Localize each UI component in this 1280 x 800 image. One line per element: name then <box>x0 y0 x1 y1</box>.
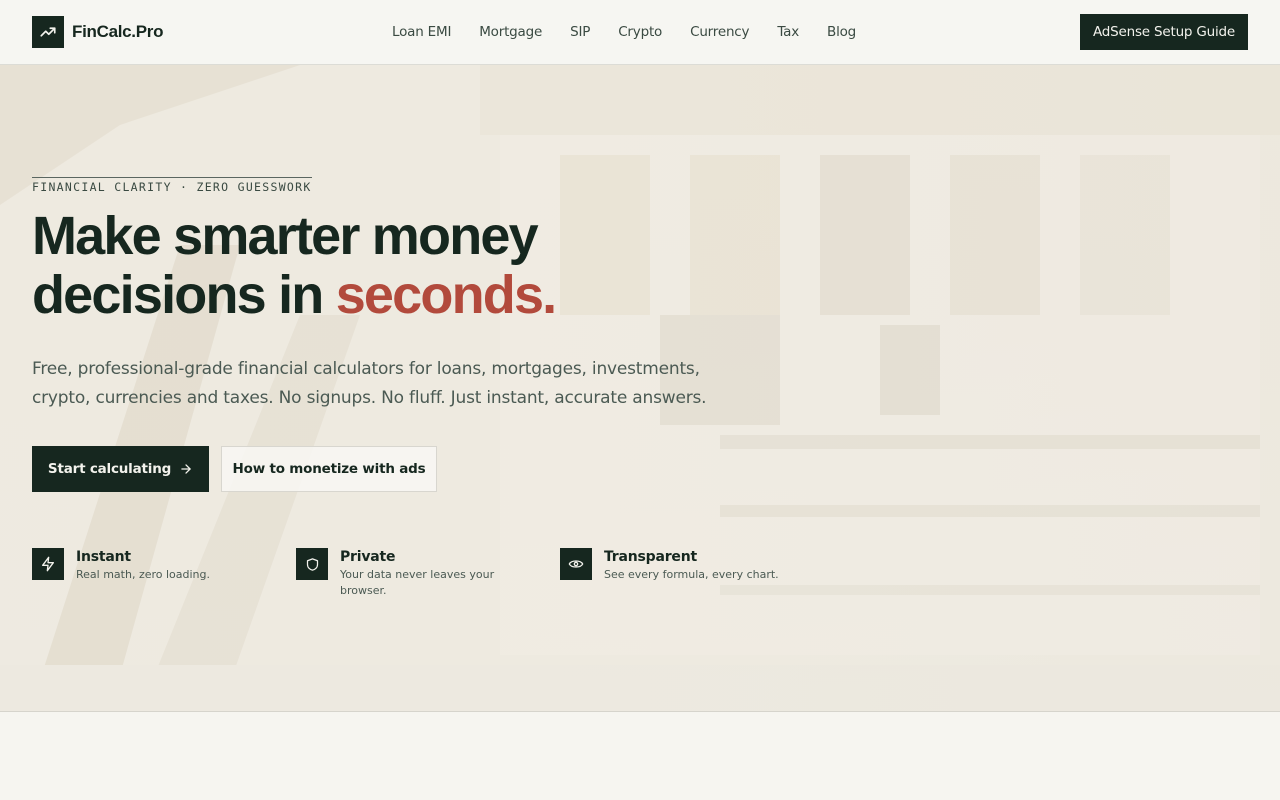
lightning-icon <box>32 548 64 580</box>
start-calculating-label: Start calculating <box>47 461 172 477</box>
feature-transparent: Transparent See every formula, every cha… <box>560 548 800 583</box>
hero-section: FINANCIAL CLARITY · ZERO GUESSWORK Make … <box>0 65 1280 711</box>
hero-subtext: Free, professional-grade financial calcu… <box>32 359 707 408</box>
logo-text: FinCalc.Pro <box>72 22 164 41</box>
shield-icon <box>296 548 328 580</box>
nav-link-sip[interactable]: SIP <box>570 24 590 40</box>
start-calculating-button[interactable]: Start calculating <box>32 446 209 492</box>
headline-line-2: decisions in <box>32 265 336 325</box>
monetize-with-ads-button[interactable]: How to monetize with ads <box>221 446 437 492</box>
arrow-right-icon <box>181 464 191 474</box>
feature-instant: Instant Real math, zero loading. <box>32 548 272 583</box>
trending-up-icon <box>32 16 64 48</box>
feature-description: Your data never leaves your browser. <box>340 568 495 597</box>
feature-title: Instant <box>76 549 131 565</box>
feature-description: Real math, zero loading. <box>76 568 211 581</box>
nav-link-mortgage[interactable]: Mortgage <box>479 24 542 40</box>
headline-accent: seconds. <box>335 265 558 325</box>
eye-icon <box>560 548 592 580</box>
site-header: FinCalc.Pro Loan EMI Mortgage SIP Crypto… <box>0 0 1280 65</box>
hero-headline: Make smarter money decisions in seconds. <box>32 207 732 325</box>
nav-link-blog[interactable]: Blog <box>827 24 856 40</box>
nav-link-currency[interactable]: Currency <box>690 24 749 40</box>
feature-title: Transparent <box>604 549 697 565</box>
main-nav: Loan EMI Mortgage SIP Crypto Currency Ta… <box>392 22 856 42</box>
feature-title: Private <box>340 549 396 565</box>
nav-link-crypto[interactable]: Crypto <box>618 24 662 40</box>
section-divider <box>0 711 1280 712</box>
nav-link-loan-emi[interactable]: Loan EMI <box>392 24 451 40</box>
adsense-setup-guide-button[interactable]: AdSense Setup Guide <box>1080 14 1248 50</box>
logo[interactable]: FinCalc.Pro <box>32 16 163 48</box>
headline-line-1: Make smarter money <box>32 206 539 266</box>
hero-eyebrow: FINANCIAL CLARITY · ZERO GUESSWORK <box>32 177 312 194</box>
feature-private: Private Your data never leaves your brow… <box>296 548 516 599</box>
nav-link-tax[interactable]: Tax <box>777 24 799 40</box>
feature-description: See every formula, every chart. <box>604 568 779 581</box>
